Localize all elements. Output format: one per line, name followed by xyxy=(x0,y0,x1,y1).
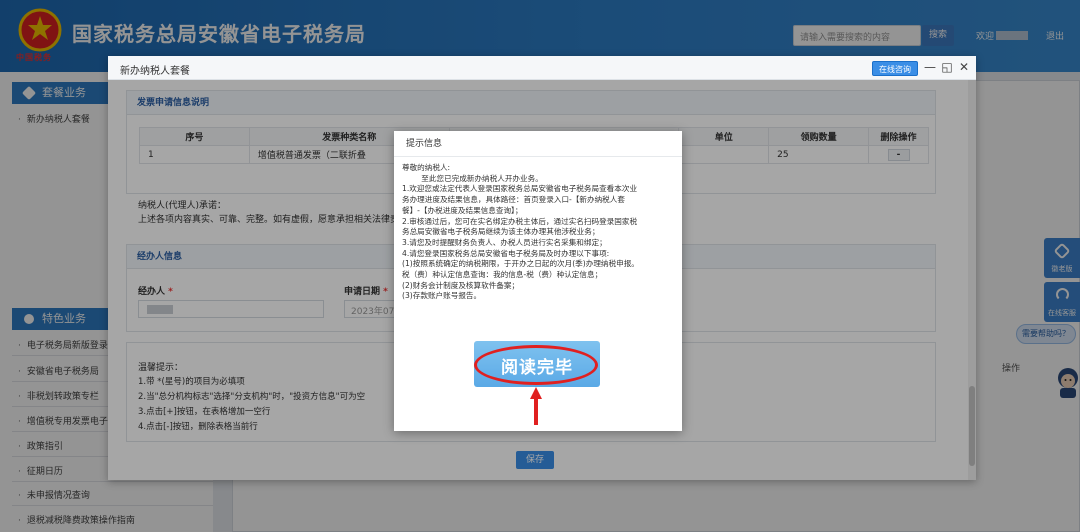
maximize-icon[interactable]: ◱ xyxy=(941,60,953,74)
prompt-line: 税（费）种认定信息查询：我的信息-税（费）种认定信息； xyxy=(402,270,603,280)
close-icon[interactable]: ✕ xyxy=(958,60,970,74)
prompt-line: (2)财务会计制度及核算软件备案； xyxy=(402,280,520,290)
prompt-line: 务办理进度及结果信息，具体路径：首页登录入口-【新办纳税人套 xyxy=(402,195,625,205)
prompt-line: 尊敬的纳税人: xyxy=(402,163,451,172)
prompt-message: 尊敬的纳税人: 至此您已完成新办纳税人开办业务。 1.欢迎您或法定代表人登录国家… xyxy=(402,163,678,302)
prompt-line: (1)按照系统确定的纳税期限，于开办之日起的次月(季)办理纳税申报。 xyxy=(402,259,639,269)
prompt-line: 1.欢迎您或法定代表人登录国家税务总局安徽省电子税务局查看本次业 xyxy=(402,184,638,194)
prompt-line: 务总局安徽省电子税务局继续为该主体办理其他涉税业务； xyxy=(402,227,600,237)
arrow-up-icon xyxy=(530,387,542,425)
prompt-line: 3.请您及时提醒财务负责人、办税人员进行实名采集和绑定； xyxy=(402,237,607,247)
prompt-line: 至此您已完成新办纳税人开办业务。 xyxy=(402,173,543,183)
prompt-modal: 提示信息 尊敬的纳税人: 至此您已完成新办纳税人开办业务。 1.欢迎您或法定代表… xyxy=(394,131,682,431)
online-consult-button[interactable]: 在线咨询 xyxy=(872,61,918,76)
prompt-title: 提示信息 xyxy=(394,131,682,157)
prompt-line: 4.请您登录国家税务总局安徽省电子税务局及时办理以下事项: xyxy=(402,248,610,258)
prompt-line: 2.审核通过后，您可在实名绑定办税主体后，通过实名扫码登录国家税 xyxy=(402,216,638,226)
minimize-icon[interactable]: — xyxy=(924,60,936,74)
dialog-title: 新办纳税人套餐 xyxy=(120,66,190,77)
highlight-ring xyxy=(474,345,598,385)
prompt-line: 餐】-【办税进度及结果信息查询】； xyxy=(402,205,523,215)
dialog-titlebar: 新办纳税人套餐 在线咨询 — ◱ ✕ xyxy=(108,56,976,80)
prompt-line: (3)存款账户账号报告。 xyxy=(402,291,482,301)
